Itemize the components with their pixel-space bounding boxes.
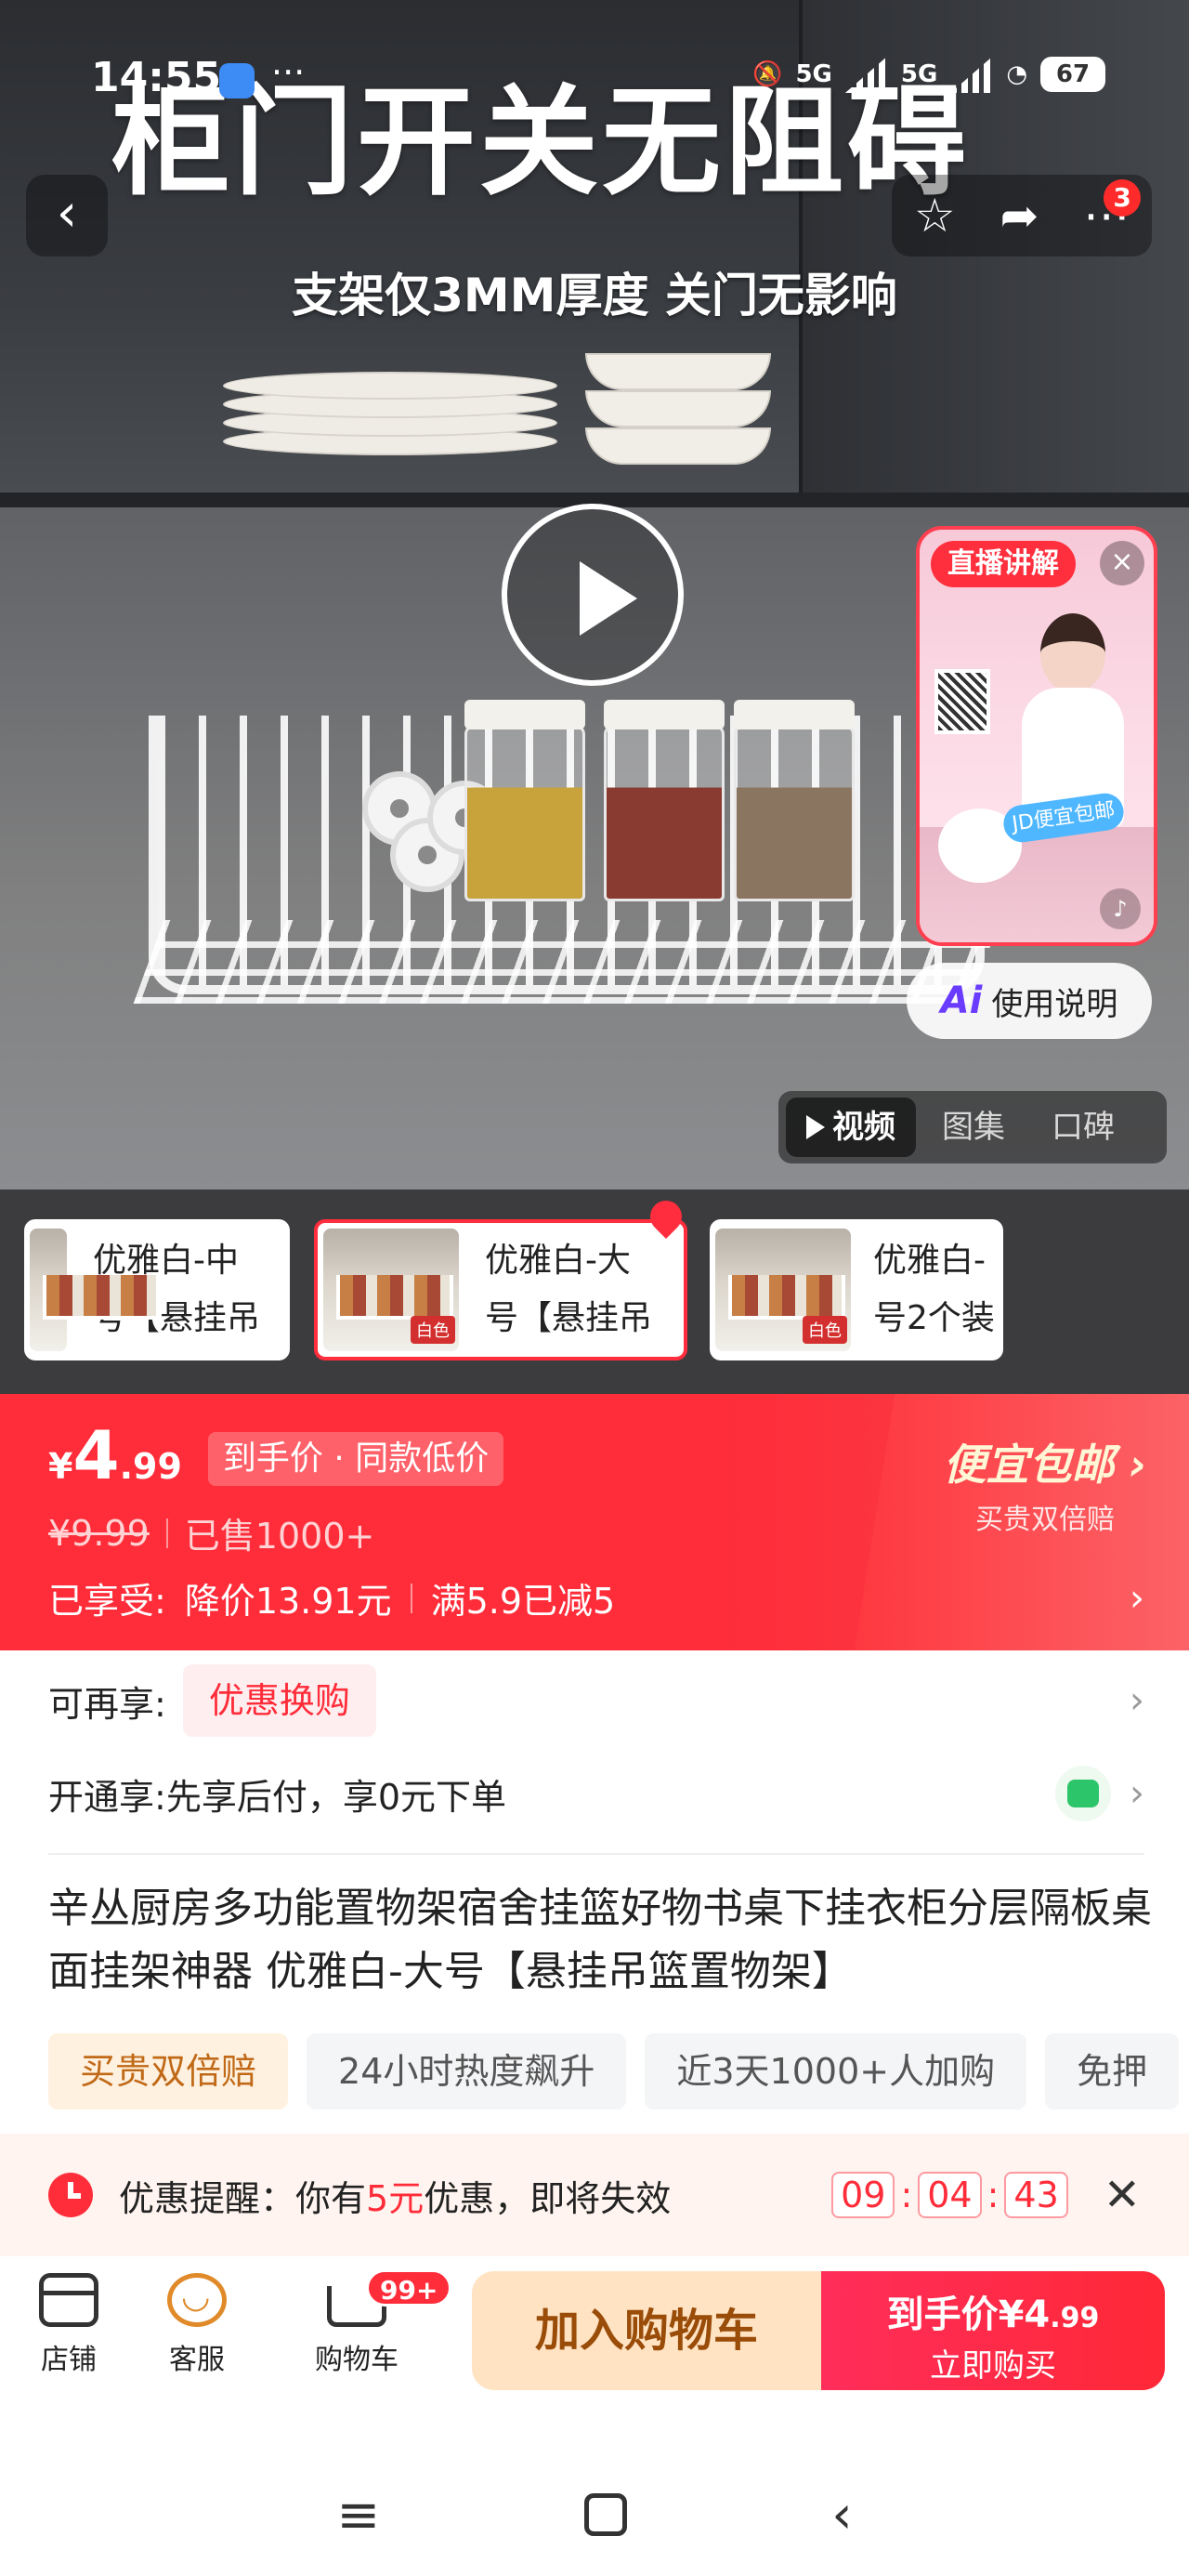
reminder-text: 优惠提醒：你有5元优惠，即将失效 [119,2177,672,2219]
variant-thumbnail [30,1229,160,1351]
wallet-icon [1055,1766,1111,1821]
media-tabs: 视频 图集 口碑 [778,1091,1167,1163]
pay-later-row[interactable]: 开通享: 先享后付，享0元下单 › [48,1756,1144,1831]
tag-chip[interactable]: 近3天1000+人加购 [645,2033,1027,2109]
chevron-right-icon: › [1130,1576,1144,1620]
store-button[interactable]: 店铺 [13,2273,124,2377]
mute-icon: 🔕 [752,60,783,88]
favorite-star-icon[interactable]: ☆ [914,189,956,243]
tag-chip[interactable]: 免押 [1045,2033,1180,2109]
usage-guide-button[interactable]: Ai 使用说明 [907,963,1152,1039]
notification-badge: 3 [1104,179,1142,217]
countdown-timer: 09: 04: 43 [831,2172,1068,2218]
variant-thumbnail: 白色 [715,1229,851,1351]
cheap-shipping-badge[interactable]: 便宜包邮 › 买贵双倍赔 [920,1431,1170,1537]
system-navigation: ≡ ‹ [0,2453,1189,2576]
live-host [1013,613,1133,827]
signal-icon [844,56,888,93]
price-banner: ¥ 4 .99 到手价 · 同款低价 ¥9.99 已售1000+ 已享受: 降价… [0,1394,1189,1650]
sold-count: 已售1000+ [184,1516,375,1557]
price-value: 4 [72,1416,120,1494]
discount-item: 降价13.91元 [184,1581,392,1622]
usage-guide-label: 使用说明 [991,985,1118,1023]
network-label: 5G [900,60,938,88]
food-jar [604,700,725,901]
live-stream-card[interactable]: JD便宜包邮 直播讲解 × ♪ [916,526,1157,946]
back-button[interactable]: ‹ [26,175,108,256]
product-title: 辛丛厨房多功能置物架宿舍挂篮好物书桌下挂衣柜分层隔板桌面挂架神器 优雅白-大号【… [48,1885,1152,1995]
food-jar [734,700,855,901]
top-actions: ☆ ➦ ⋯ 3 [892,175,1152,256]
plates-stack [223,316,771,520]
network-label: 5G [795,60,832,88]
signal-icon [950,56,994,93]
more-menu-button[interactable]: ⋯ 3 [1083,179,1142,243]
tab-video[interactable]: 视频 [786,1097,916,1157]
hero-subheadline: 支架仅3MM厚度 关门无影响 [292,269,897,322]
qr-code [934,669,990,734]
chevron-right-icon: › [1130,1679,1144,1722]
variant-option[interactable]: 白色 优雅白- 号2个装 [710,1219,1003,1360]
discount-item: 满5.9已减5 [430,1581,616,1622]
play-icon [806,1115,825,1139]
wifi-icon: ◔ [1006,60,1027,88]
chevron-right-icon: › [1130,1772,1144,1815]
discount-row[interactable]: 已享受: 降价13.91元 满5.9已减5 › [48,1572,1144,1623]
clock-icon [48,2173,93,2217]
tag-chip[interactable]: 买贵双倍赔 [48,2033,289,2109]
share-icon[interactable]: ➦ [1000,189,1039,243]
customer-service-icon [167,2273,227,2327]
variant-thumbnail: 白色 [323,1229,459,1351]
extra-offer-row[interactable]: 可再享: 优惠换购 › [48,1663,1144,1738]
variant-option[interactable]: 优雅白-中 号【悬挂吊 [24,1219,290,1360]
app-notification-icon [219,63,255,99]
basket-grid [133,920,1000,1004]
ai-icon: Ai [940,979,983,1022]
menu-icon[interactable]: ≡ [336,2485,380,2545]
more-notifications-icon: ··· [271,52,306,93]
tab-gallery[interactable]: 图集 [921,1097,1026,1157]
buy-now-button[interactable]: 到手价¥4.99 立即购买 [821,2271,1165,2390]
bottom-action-bar: 店铺 客服 购物车 99+ 加入购物车 到手价¥4.99 立即购买 [0,2256,1189,2401]
close-icon[interactable]: ✕ [1104,2169,1141,2221]
coupon-reminder-bar[interactable]: 优惠提醒：你有5元优惠，即将失效 09: 04: 43 ✕ [0,2134,1189,2256]
original-price: ¥9.99 [48,1512,150,1554]
mute-toggle-icon[interactable]: ♪ [1100,888,1141,929]
home-icon[interactable] [584,2493,628,2536]
play-video-button[interactable] [502,504,684,686]
customer-service-button[interactable]: 客服 [141,2273,253,2377]
product-tags: 买贵双倍赔 24小时热度飙升 近3天1000+人加购 免押 [48,2033,1189,2109]
food-jar [464,700,585,901]
tag-chip[interactable]: 24小时热度飙升 [307,2033,627,2109]
chevron-left-icon: ‹ [56,183,78,243]
price-tag: 到手价 · 同款低价 [207,1432,504,1486]
variant-selector: 优雅白-中 号【悬挂吊 白色 优雅白-大 号【悬挂吊 白色 优雅白- 号2个装 共5款… [0,1189,1189,2499]
cart-count-badge: 99+ [366,2269,452,2307]
battery-icon: 67 [1040,57,1105,92]
store-icon [39,2273,98,2327]
add-to-cart-button[interactable]: 加入购物车 [472,2271,821,2390]
back-icon[interactable]: ‹ [831,2485,852,2545]
tab-reviews[interactable]: 口碑 [1031,1097,1135,1157]
close-icon[interactable]: × [1100,541,1144,585]
original-price-row: ¥9.99 已售1000+ [48,1507,374,1558]
price-display: ¥ 4 .99 到手价 · 同款低价 [48,1416,504,1495]
status-indicators: 🔕 5G 5G ◔ 67 [752,56,1105,93]
status-bar: 14:55 ··· 🔕 5G 5G ◔ 67 [0,46,1189,112]
divider [48,1853,1144,1855]
status-time: 14:55 [91,54,222,101]
live-badge: 直播讲解 [931,541,1076,587]
trade-in-chip[interactable]: 优惠换购 [182,1664,376,1737]
variant-option-selected[interactable]: 白色 优雅白-大 号【悬挂吊 [314,1219,687,1360]
